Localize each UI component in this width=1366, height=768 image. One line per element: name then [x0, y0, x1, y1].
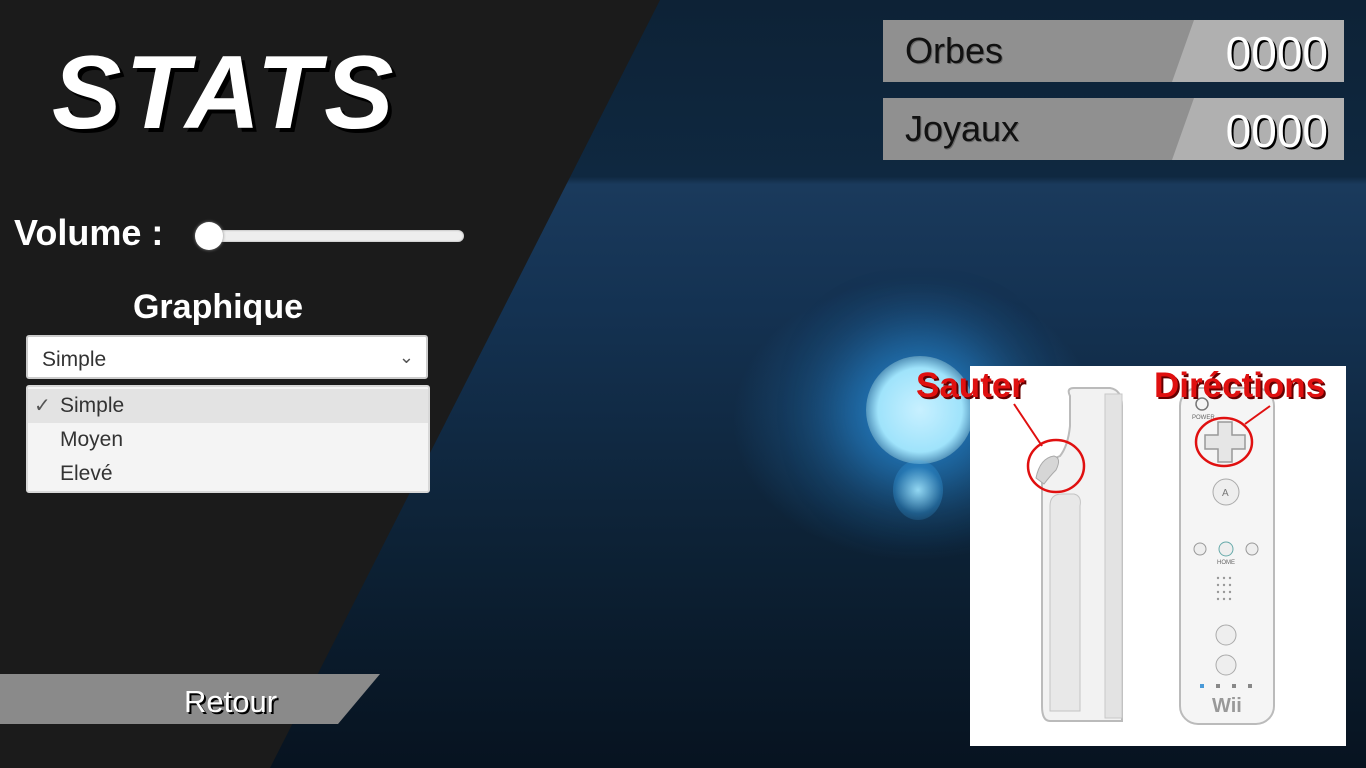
stat-name: Orbes [905, 30, 1004, 71]
chevron-down-icon: ⌄ [398, 347, 414, 367]
graphics-dropdown-value: Simple [42, 348, 107, 371]
graphics-option-moyen[interactable]: Moyen [28, 423, 428, 457]
minus-button [1193, 542, 1207, 556]
two-button [1215, 654, 1237, 676]
wii-logo: Wii [1212, 695, 1242, 717]
graphics-dropdown[interactable]: Simple ⌄ [26, 335, 428, 379]
graphics-option-simple[interactable]: ✓ Simple [28, 389, 428, 423]
back-button-label[interactable]: Retour [184, 684, 277, 720]
home-button [1218, 541, 1234, 557]
plus-button [1245, 542, 1259, 556]
controls-image: POWER A HOME Wii Sauter Diréctions [916, 366, 1346, 746]
volume-slider-handle[interactable] [195, 222, 223, 250]
graphics-label: Graphique [132, 288, 304, 326]
a-button-glyph: A [1222, 488, 1229, 499]
wii-remote-side-grip [1049, 493, 1081, 712]
orb-glow-reflection [893, 460, 943, 520]
jump-label: Sauter [916, 366, 1025, 405]
option-label: Moyen [60, 428, 124, 451]
page-title: STATS [52, 35, 398, 151]
home-label: HOME [1217, 560, 1235, 566]
stat-value: 0000 [1225, 105, 1328, 157]
stat-joyaux: Joyaux 0000 [883, 98, 1344, 160]
graphics-option-eleve[interactable]: Elevé [28, 457, 428, 491]
stat-name: Joyaux [905, 108, 1020, 149]
volume-label: Volume : [14, 212, 164, 253]
wii-remote-illustration: POWER A HOME Wii [1013, 387, 1275, 725]
jump-pointer-line [1013, 403, 1043, 447]
option-label: Simple [60, 394, 125, 417]
graphics-dropdown-list: ✓ Simple Moyen Elevé [26, 385, 430, 493]
one-button [1215, 624, 1237, 646]
stat-orbes: Orbes 0000 [883, 20, 1344, 82]
check-icon: ✓ [34, 395, 51, 417]
wii-remote-side-edge [1104, 393, 1123, 719]
stat-value: 0000 [1225, 27, 1328, 79]
volume-slider[interactable] [208, 230, 464, 242]
directions-label: Diréctions [1154, 366, 1326, 405]
option-label: Elevé [60, 462, 113, 485]
